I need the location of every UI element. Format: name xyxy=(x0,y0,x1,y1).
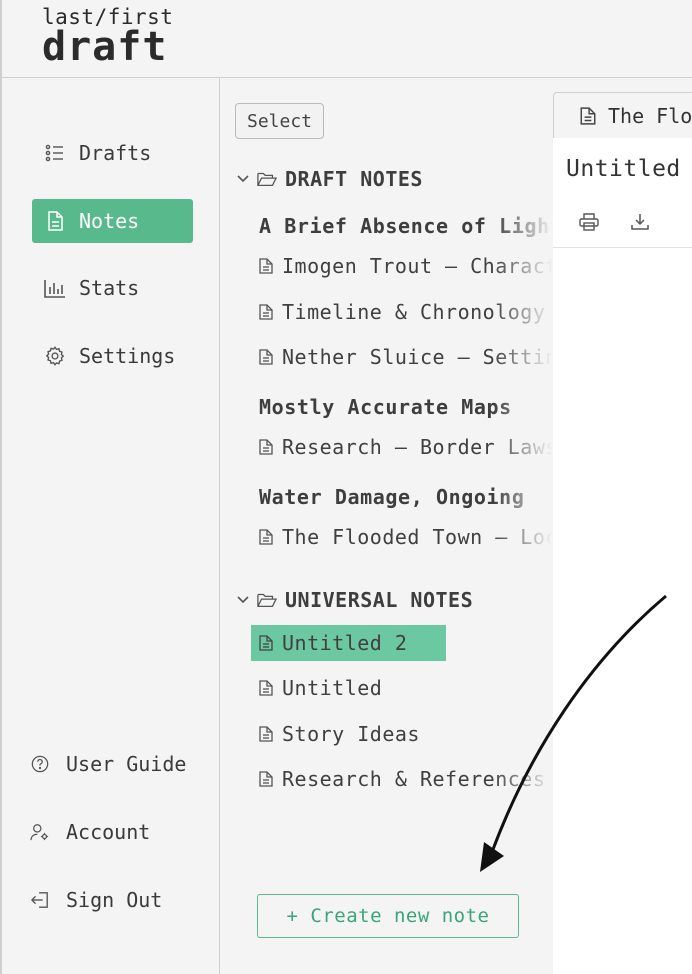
document-icon xyxy=(259,529,275,545)
universal-notes-header[interactable]: UNIVERSAL NOTES xyxy=(237,585,473,615)
draft-group-title[interactable]: Mostly Accurate Maps xyxy=(259,395,512,419)
note-label: Untitled 2 xyxy=(282,631,408,655)
draft-group-title[interactable]: A Brief Absence of Light xyxy=(259,214,553,238)
document-icon xyxy=(259,771,275,787)
document-icon xyxy=(259,258,275,274)
tab-label: The Flooded Town xyxy=(608,103,692,128)
note-label: Nether Sluice — Setting xyxy=(282,345,553,369)
note-label: Imogen Trout — Character xyxy=(282,254,553,278)
note-item[interactable]: Imogen Trout — Character xyxy=(251,248,553,284)
sidebar-item-label: Settings xyxy=(79,344,176,368)
printer-icon[interactable] xyxy=(578,211,600,233)
draft-notes-header[interactable]: DRAFT NOTES xyxy=(237,164,423,194)
note-item[interactable]: The Flooded Town — Location xyxy=(251,519,553,555)
draft-group-title[interactable]: Water Damage, Ongoing xyxy=(259,485,524,509)
sidebar: Drafts Notes Stats Settings User Guide A… xyxy=(0,78,220,974)
document-icon xyxy=(259,439,275,455)
document-title[interactable]: Untitled 2 xyxy=(566,156,692,182)
document-icon xyxy=(259,726,275,742)
note-item[interactable]: Timeline & Chronology xyxy=(251,294,545,330)
sign-out-label: Sign Out xyxy=(66,888,163,912)
sidebar-item-stats[interactable]: Stats xyxy=(32,266,193,310)
create-new-note-button[interactable]: + Create new note xyxy=(257,894,519,938)
document-icon xyxy=(580,106,596,125)
account-label: Account xyxy=(66,820,151,844)
note-label: Research — Border Laws xyxy=(282,435,553,459)
sidebar-item-label: Stats xyxy=(79,276,140,300)
note-item[interactable]: Story Ideas xyxy=(251,716,420,752)
user-guide-label: User Guide xyxy=(66,752,187,776)
sidebar-item-label: Drafts xyxy=(79,141,152,165)
sidebar-item-settings[interactable]: Settings xyxy=(32,334,193,378)
document-icon xyxy=(44,210,66,232)
sidebar-item-label: Notes xyxy=(79,209,140,233)
user-guide-link[interactable]: User Guide xyxy=(30,744,186,784)
sidebar-item-drafts[interactable]: Drafts xyxy=(32,131,193,175)
annotation-arrow xyxy=(480,594,667,872)
logo-line2: draft xyxy=(42,24,168,70)
document-icon xyxy=(259,635,275,651)
document-icon xyxy=(259,304,275,320)
document-icon xyxy=(259,680,275,696)
user-gear-icon xyxy=(30,822,50,842)
account-link[interactable]: Account xyxy=(30,812,150,852)
tab-the-flooded-town[interactable]: The Flooded Town xyxy=(553,92,692,138)
bar-chart-icon xyxy=(44,277,66,299)
gear-icon xyxy=(44,345,66,367)
document-icon xyxy=(259,349,275,365)
folder-open-icon xyxy=(257,592,279,608)
list-icon xyxy=(44,142,66,164)
section-title: DRAFT NOTES xyxy=(285,167,423,191)
chevron-down-icon xyxy=(237,596,251,604)
note-item[interactable]: Untitled xyxy=(251,670,382,706)
note-item-selected[interactable]: Untitled 2 xyxy=(251,625,446,661)
logo[interactable]: last/first draft xyxy=(42,6,173,70)
help-circle-icon xyxy=(30,754,50,774)
chevron-down-icon xyxy=(237,175,251,183)
note-label: Untitled xyxy=(282,676,383,700)
select-button[interactable]: Select xyxy=(235,103,324,139)
section-title: UNIVERSAL NOTES xyxy=(285,588,474,612)
folder-open-icon xyxy=(257,171,279,187)
note-label: Story Ideas xyxy=(282,722,420,746)
document-toolbar xyxy=(553,198,692,248)
sidebar-item-notes[interactable]: Notes xyxy=(32,199,193,243)
download-icon[interactable] xyxy=(629,211,651,233)
note-label: The Flooded Town — Location xyxy=(282,525,553,549)
note-item[interactable]: Research — Border Laws xyxy=(251,429,553,465)
sign-out-icon xyxy=(30,890,50,910)
sign-out-link[interactable]: Sign Out xyxy=(30,880,162,920)
note-label: Timeline & Chronology xyxy=(282,300,546,324)
app-header: last/first draft xyxy=(0,0,692,78)
note-item[interactable]: Nether Sluice — Setting xyxy=(251,339,553,375)
